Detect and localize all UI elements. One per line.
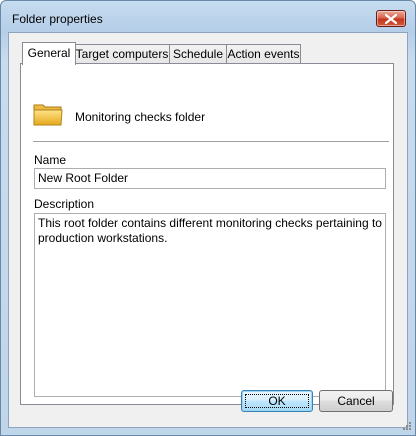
dialog-client-area: General Target computers Schedule Action… xyxy=(8,32,408,428)
window-title: Folder properties xyxy=(12,12,103,26)
close-button[interactable] xyxy=(376,10,406,27)
name-label: Name xyxy=(34,153,67,167)
folder-icon xyxy=(33,104,63,126)
tab-schedule[interactable]: Schedule xyxy=(169,44,227,63)
tab-general[interactable]: General xyxy=(22,42,76,65)
separator xyxy=(33,141,389,143)
close-icon xyxy=(385,14,397,24)
cancel-button[interactable]: Cancel xyxy=(319,390,393,412)
folder-properties-window: Folder properties General Target compute… xyxy=(0,0,416,436)
resize-grip-icon[interactable] xyxy=(400,421,412,433)
title-bar[interactable]: Folder properties xyxy=(1,1,415,31)
tab-target-computers[interactable]: Target computers xyxy=(74,44,170,63)
ok-button[interactable]: OK xyxy=(241,390,313,412)
cancel-button-label: Cancel xyxy=(337,394,375,408)
name-input[interactable]: New Root Folder xyxy=(34,168,386,189)
focus-rectangle xyxy=(245,394,309,408)
tab-action-events[interactable]: Action events xyxy=(226,44,301,63)
description-label: Description xyxy=(34,197,95,211)
description-textarea[interactable]: This root folder contains different moni… xyxy=(34,213,386,397)
folder-type-label: Monitoring checks folder xyxy=(75,110,206,124)
general-tab-panel: Monitoring checks folder Name New Root F… xyxy=(20,63,394,405)
tab-strip: General Target computers Schedule Action… xyxy=(22,42,402,65)
